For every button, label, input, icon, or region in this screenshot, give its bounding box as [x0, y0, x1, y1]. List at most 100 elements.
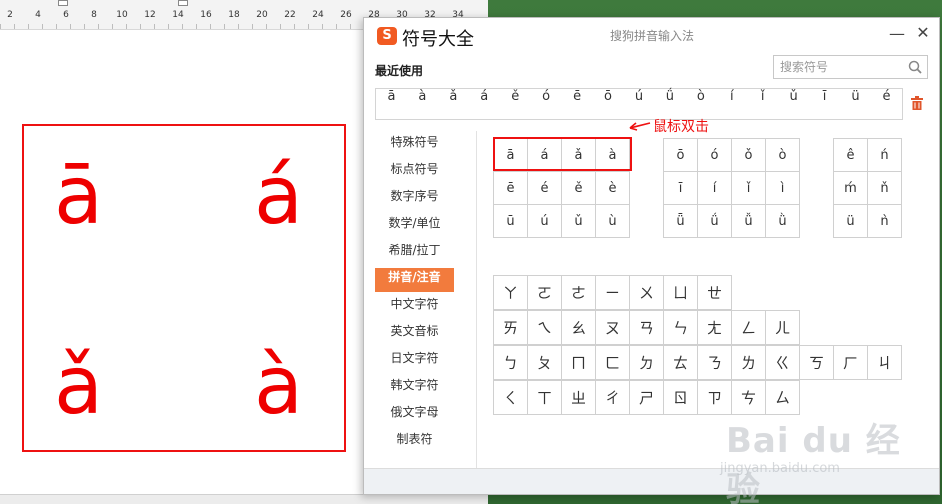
zhuyin-symbol[interactable]: ㄎ	[800, 346, 834, 380]
pinyin-symbol[interactable]: ó	[698, 139, 732, 172]
category-item[interactable]: 制表符	[375, 430, 454, 454]
zhuyin-symbol[interactable]: ㄙ	[766, 381, 800, 415]
pinyin-symbol[interactable]: ê	[834, 139, 868, 172]
category-item[interactable]: 俄文字母	[375, 403, 454, 427]
category-item[interactable]: 数字序号	[375, 187, 454, 211]
zhuyin-symbol[interactable]: ㄍ	[766, 346, 800, 380]
recent-symbol[interactable]: é	[871, 89, 902, 119]
zhuyin-symbol[interactable]: ㄐ	[868, 346, 902, 380]
zhuyin-symbol[interactable]: ㄣ	[664, 311, 698, 345]
zhuyin-symbol[interactable]: ㄋ	[698, 346, 732, 380]
recent-symbol[interactable]: á	[469, 89, 500, 119]
pinyin-symbol[interactable]: ì	[766, 172, 800, 205]
pinyin-symbol[interactable]: ń	[868, 139, 902, 172]
recent-symbol[interactable]: ó	[531, 89, 562, 119]
pinyin-symbol[interactable]: ǒ	[732, 139, 766, 172]
pinyin-symbol[interactable]: ī	[664, 172, 698, 205]
pinyin-symbol[interactable]: ē	[494, 172, 528, 205]
pinyin-symbol[interactable]: ǐ	[732, 172, 766, 205]
category-item[interactable]: 希腊/拉丁	[375, 241, 454, 265]
horizontal-scrollbar[interactable]	[0, 494, 500, 504]
zhuyin-symbol[interactable]: ㄔ	[596, 381, 630, 415]
zhuyin-symbol[interactable]: ㄛ	[528, 276, 562, 310]
recent-symbol[interactable]: ǔ	[778, 89, 809, 119]
recent-symbol[interactable]: à	[407, 89, 438, 119]
zhuyin-symbol[interactable]: ㄇ	[562, 346, 596, 380]
zhuyin-symbol[interactable]: ㄚ	[494, 276, 528, 310]
zhuyin-symbol[interactable]: ㄉ	[630, 346, 664, 380]
zhuyin-symbol[interactable]: ㄏ	[834, 346, 868, 380]
pinyin-symbol[interactable]: ū	[494, 205, 528, 238]
category-item[interactable]: 特殊符号	[375, 133, 454, 157]
recent-symbol[interactable]: ü	[840, 89, 871, 119]
search-icon[interactable]	[907, 59, 923, 75]
zhuyin-symbol[interactable]: ㄡ	[596, 311, 630, 345]
recent-symbol[interactable]: ā	[376, 89, 407, 119]
pinyin-symbol[interactable]: ǔ	[562, 205, 596, 238]
category-item[interactable]: 英文音标	[375, 322, 454, 346]
close-button[interactable]: ✕	[914, 24, 932, 42]
search-input[interactable]	[774, 56, 906, 78]
recent-symbol[interactable]: ē	[562, 89, 593, 119]
pinyin-symbol[interactable]: ǹ	[868, 205, 902, 238]
pinyin-symbol[interactable]: í	[698, 172, 732, 205]
zhuyin-symbol[interactable]: ㄘ	[732, 381, 766, 415]
recent-symbol[interactable]: ǎ	[438, 89, 469, 119]
minimize-button[interactable]: —	[888, 25, 906, 43]
zhuyin-symbol[interactable]: ㄒ	[528, 381, 562, 415]
zhuyin-symbol[interactable]: ㄥ	[732, 311, 766, 345]
zhuyin-symbol[interactable]: ㄜ	[562, 276, 596, 310]
zhuyin-symbol[interactable]: ㄆ	[528, 346, 562, 380]
recent-symbol[interactable]: ǘ	[654, 89, 685, 119]
zhuyin-symbol[interactable]: ㄗ	[698, 381, 732, 415]
zhuyin-symbol[interactable]: ㄩ	[664, 276, 698, 310]
pinyin-symbol[interactable]: ǘ	[698, 205, 732, 238]
recent-symbol[interactable]: ǐ	[747, 89, 778, 119]
pinyin-symbol[interactable]: ǎ	[562, 139, 596, 172]
zhuyin-symbol[interactable]: ㄕ	[630, 381, 664, 415]
zhuyin-symbol[interactable]: ㄌ	[732, 346, 766, 380]
recent-symbol[interactable]: ě	[500, 89, 531, 119]
pinyin-symbol[interactable]: ù	[596, 205, 630, 238]
pinyin-symbol[interactable]: ā	[494, 139, 528, 172]
pinyin-symbol[interactable]: ō	[664, 139, 698, 172]
zhuyin-symbol[interactable]: ㄤ	[698, 311, 732, 345]
pinyin-symbol[interactable]: ò	[766, 139, 800, 172]
category-item[interactable]: 拼音/注音	[375, 268, 454, 292]
pinyin-symbol[interactable]: ě	[562, 172, 596, 205]
zhuyin-symbol[interactable]: ㄟ	[528, 311, 562, 345]
pinyin-symbol[interactable]: ǜ	[766, 205, 800, 238]
category-item[interactable]: 标点符号	[375, 160, 454, 184]
zhuyin-symbol[interactable]: ㄓ	[562, 381, 596, 415]
zhuyin-symbol[interactable]: ㄦ	[766, 311, 800, 345]
zhuyin-symbol[interactable]: ㄧ	[596, 276, 630, 310]
pinyin-symbol[interactable]: é	[528, 172, 562, 205]
pinyin-symbol[interactable]: á	[528, 139, 562, 172]
pinyin-symbol[interactable]: ǖ	[664, 205, 698, 238]
pinyin-symbol[interactable]: ň	[868, 172, 902, 205]
pinyin-symbol[interactable]: ú	[528, 205, 562, 238]
recent-symbol[interactable]: í	[716, 89, 747, 119]
trash-icon[interactable]	[911, 96, 923, 110]
zhuyin-symbol[interactable]: ㄝ	[698, 276, 732, 310]
pinyin-symbol[interactable]: ḿ	[834, 172, 868, 205]
recent-symbol[interactable]: ō	[593, 89, 624, 119]
zhuyin-symbol[interactable]: ㄠ	[562, 311, 596, 345]
zhuyin-symbol[interactable]: ㄊ	[664, 346, 698, 380]
zhuyin-symbol[interactable]: ㄅ	[494, 346, 528, 380]
recent-symbol[interactable]: ò	[685, 89, 716, 119]
category-item[interactable]: 数学/单位	[375, 214, 454, 238]
category-item[interactable]: 日文字符	[375, 349, 454, 373]
category-item[interactable]: 中文字符	[375, 295, 454, 319]
recent-symbol[interactable]: ī	[809, 89, 840, 119]
zhuyin-symbol[interactable]: ㄖ	[664, 381, 698, 415]
zhuyin-symbol[interactable]: ㄢ	[630, 311, 664, 345]
recent-symbol[interactable]: ú	[624, 89, 655, 119]
category-item[interactable]: 韩文字符	[375, 376, 454, 400]
pinyin-symbol[interactable]: è	[596, 172, 630, 205]
zhuyin-symbol[interactable]: ㄈ	[596, 346, 630, 380]
zhuyin-symbol[interactable]: ㄑ	[494, 381, 528, 415]
pinyin-symbol[interactable]: ǚ	[732, 205, 766, 238]
pinyin-symbol[interactable]: à	[596, 139, 630, 172]
pinyin-symbol[interactable]: ü	[834, 205, 868, 238]
